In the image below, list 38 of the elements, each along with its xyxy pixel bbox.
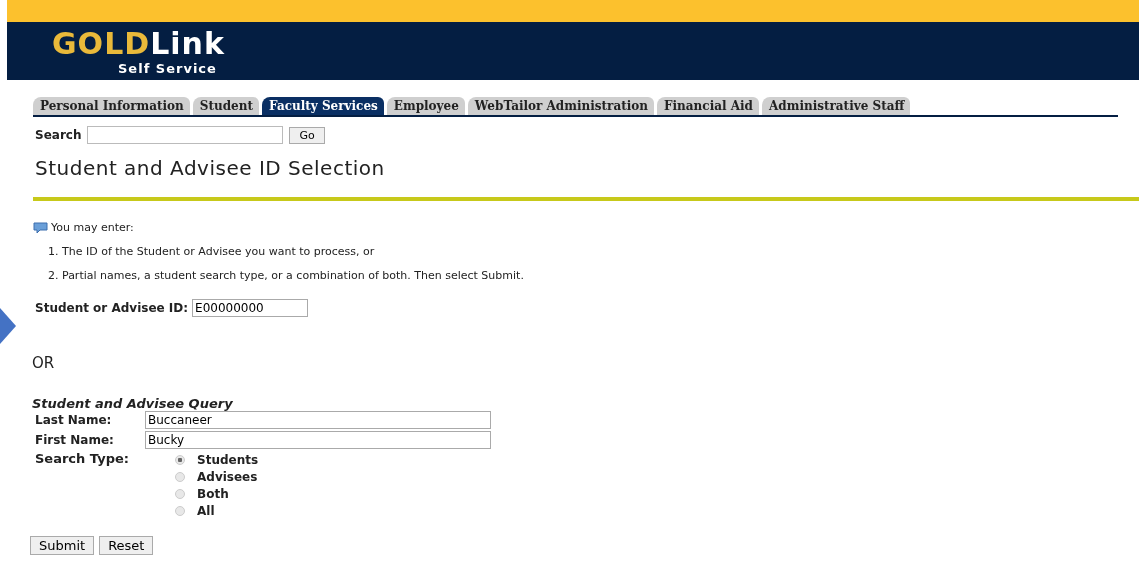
nav-tab[interactable]: Student [192,97,260,115]
name-field[interactable]: Buccaneer [145,411,491,429]
info-text: 2. Partial names, a student search type, or a combination of both. Then select Submit. [48,269,525,282]
or-text: OR [32,354,56,372]
form-button[interactable]: Submit [30,536,95,555]
nav-tab[interactable]: Faculty Services [262,97,384,115]
field-label: First Name: [35,433,115,447]
speech-bubble-icon [33,221,48,234]
go-button[interactable]: Go [289,126,325,144]
form-button[interactable]: Reset [99,536,154,555]
logo-subtitle: Self Service [118,62,218,76]
id-field[interactable]: E00000000 [192,299,309,317]
nav-tab[interactable]: WebTailor Administration [467,97,655,115]
radio-label: Advisees [197,470,258,484]
query-title: Student and Advisee Query [32,396,234,411]
radio-label: All [197,504,215,518]
search-type-label: Search Type: [35,451,130,466]
nav-tab[interactable]: Employee [386,97,465,115]
field-label: Last Name: [35,413,113,427]
search-field[interactable] [87,126,284,144]
search-label: Search [35,128,82,142]
radio-button[interactable] [175,506,185,516]
nav-tab[interactable]: Financial Aid [657,97,759,115]
radio-button[interactable] [175,489,185,499]
nav-tab[interactable]: Personal Information [33,97,190,115]
logo-text: GOLD [52,26,151,61]
id-label: Student or Advisee ID: [35,301,189,315]
logo-text: Link [150,26,225,61]
radio-button[interactable] [175,455,185,465]
name-field[interactable]: Bucky [145,431,491,449]
nav-tab[interactable]: Administrative Staff [762,97,911,115]
page-title: Student and Advisee ID Selection [35,156,386,180]
info-text: You may enter: [51,221,134,234]
info-text: 1. The ID of the Student or Advisee you want to process, or [48,245,376,258]
radio-label: Students [197,453,259,467]
radio-button[interactable] [175,472,185,482]
radio-label: Both [197,487,229,501]
arrow-icon [0,308,16,344]
